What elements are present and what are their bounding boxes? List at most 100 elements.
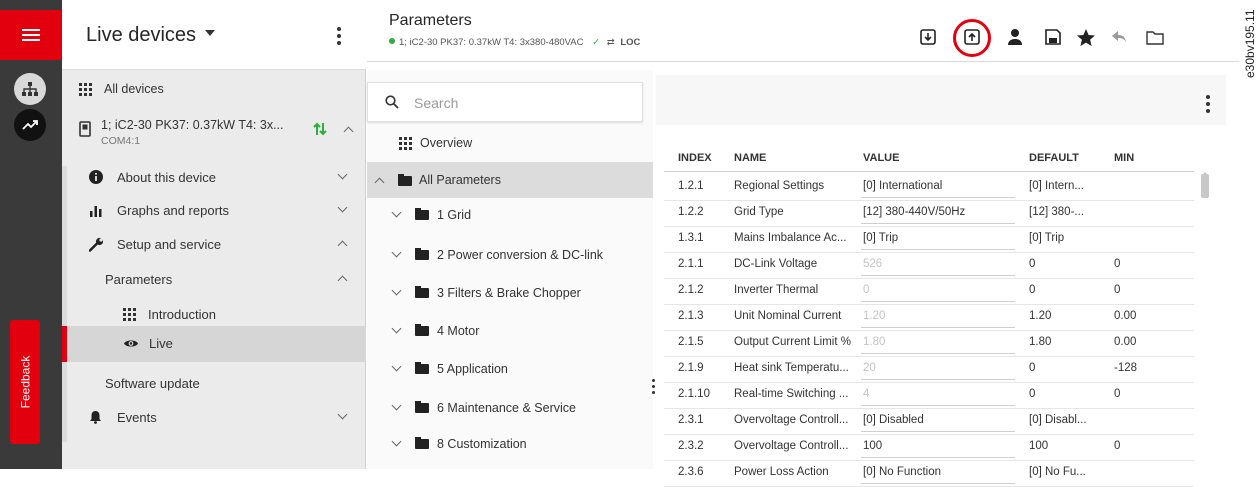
- cell-value[interactable]: [0] Trip: [863, 232, 898, 244]
- cell-index: 2.1.10: [678, 388, 710, 400]
- row-divider: [664, 408, 1194, 409]
- parameters-item[interactable]: Parameters: [62, 267, 366, 291]
- tree-item-power-conversion[interactable]: 2 Power conversion & DC-link: [367, 244, 653, 266]
- cell-index: 1.2.1: [678, 180, 704, 192]
- parameter-table-panel: INDEX NAME VALUE DEFAULT MIN 1.2.1 Region…: [656, 70, 1226, 487]
- cell-name: Mains Imbalance Ac...: [734, 232, 847, 244]
- scrollbar[interactable]: [1198, 170, 1210, 469]
- cell-value[interactable]: [12] 380-440V/50Hz: [863, 206, 965, 218]
- folder-icon[interactable]: [1145, 27, 1165, 47]
- value-underline: [861, 223, 1015, 224]
- all-devices-item[interactable]: All devices: [62, 78, 366, 100]
- column-header-default[interactable]: DEFAULT: [1029, 152, 1079, 164]
- chevron-up-icon[interactable]: [343, 126, 354, 137]
- cell-value: 4: [863, 388, 870, 400]
- tree-item-maintenance[interactable]: 6 Maintenance & Service: [367, 397, 653, 419]
- software-update-item[interactable]: Software update: [62, 372, 366, 394]
- feedback-tab[interactable]: Feedback: [10, 320, 40, 444]
- search-input[interactable]: Search: [367, 82, 643, 122]
- cell-min: 0: [1114, 440, 1121, 452]
- row-divider: [664, 460, 1194, 461]
- tree-item-customization[interactable]: 8 Customization: [367, 433, 653, 455]
- tree-item-application[interactable]: 5 Application: [367, 358, 653, 380]
- caret-down-icon[interactable]: [205, 30, 215, 36]
- row-divider: [664, 356, 1194, 357]
- chevron-down-icon[interactable]: [391, 436, 402, 447]
- cell-default: [0] No Fu...: [1029, 466, 1086, 478]
- figure-id: e30bv195.11: [1242, 0, 1259, 140]
- hamburger-icon[interactable]: [0, 10, 62, 60]
- cell-index: 2.1.2: [678, 284, 704, 296]
- trend-icon[interactable]: [14, 109, 46, 141]
- cell-name: Regional Settings: [734, 180, 825, 192]
- download-icon[interactable]: [918, 27, 938, 47]
- setup-service-item[interactable]: Setup and service: [62, 233, 366, 255]
- cell-default: 1.80: [1029, 336, 1052, 348]
- cell-value[interactable]: [0] International: [863, 180, 942, 192]
- introduction-item[interactable]: Introduction: [62, 302, 366, 326]
- all-devices-label: All devices: [104, 82, 164, 96]
- cell-value[interactable]: 100: [863, 440, 882, 452]
- cell-min: -128: [1114, 362, 1138, 374]
- cell-value: 1.20: [863, 310, 886, 322]
- chevron-down-icon[interactable]: [391, 207, 402, 218]
- live-item[interactable]: Live: [62, 326, 366, 362]
- device-item[interactable]: 1; iC2-30 PK37: 0.37kW T4: 3x... COM4:1: [62, 115, 366, 153]
- row-divider: [664, 382, 1194, 383]
- chevron-down-icon[interactable]: [391, 361, 402, 372]
- graphs-reports-item[interactable]: Graphs and reports: [62, 199, 366, 221]
- chevron-down-icon[interactable]: [391, 400, 402, 411]
- cell-default: [0] Intern...: [1029, 180, 1084, 192]
- network-icon[interactable]: [14, 73, 46, 105]
- tree-item-motor[interactable]: 4 Motor: [367, 320, 653, 342]
- column-header-min[interactable]: MIN: [1114, 152, 1134, 164]
- upload-icon[interactable]: [962, 27, 982, 47]
- value-underline: [861, 483, 1015, 484]
- undo-icon[interactable]: [1109, 27, 1129, 47]
- user-icon[interactable]: [1005, 27, 1025, 47]
- tree-item-grid[interactable]: 1 Grid: [367, 204, 653, 226]
- cell-index: 2.3.6: [678, 466, 704, 478]
- tree-item-filters-brake[interactable]: 3 Filters & Brake Chopper: [367, 282, 653, 304]
- save-icon[interactable]: [1043, 27, 1063, 47]
- column-header-name[interactable]: NAME: [734, 152, 766, 164]
- chevron-down-icon[interactable]: [391, 323, 402, 334]
- bell-icon: [90, 411, 101, 424]
- column-header-index[interactable]: INDEX: [678, 152, 712, 164]
- tree-item-label: 2 Power conversion & DC-link: [437, 248, 604, 262]
- cell-min: 0.00: [1114, 336, 1137, 348]
- cell-index: 2.3.1: [678, 414, 704, 426]
- events-item[interactable]: Events: [62, 406, 366, 428]
- column-header-value[interactable]: VALUE: [863, 152, 899, 164]
- transfer-arrows-icon: [313, 122, 327, 136]
- folder-icon: [398, 174, 412, 186]
- chevron-down-icon[interactable]: [337, 169, 348, 180]
- cell-min: 0: [1114, 258, 1121, 270]
- search-icon: [385, 95, 399, 109]
- chevron-up-icon[interactable]: [337, 240, 348, 251]
- chevron-down-icon[interactable]: [391, 285, 402, 296]
- cell-value[interactable]: [0] No Function: [863, 466, 941, 478]
- cell-default: [12] 380-...: [1029, 206, 1084, 218]
- chevron-down-icon[interactable]: [391, 247, 402, 258]
- star-icon[interactable]: [1076, 27, 1096, 47]
- chevron-up-icon[interactable]: [374, 177, 385, 188]
- chevron-up-icon[interactable]: [337, 275, 348, 286]
- status-dot: [389, 38, 395, 44]
- panel-splitter[interactable]: [651, 377, 655, 395]
- tree-item-label: 8 Customization: [437, 437, 527, 451]
- nav-title[interactable]: Live devices: [86, 24, 196, 47]
- value-underline: [861, 249, 1015, 250]
- cell-value[interactable]: [0] Disabled: [863, 414, 924, 426]
- more-icon[interactable]: [332, 25, 346, 47]
- tree-item-overview[interactable]: Overview: [367, 132, 653, 154]
- tree-item-all-parameters[interactable]: All Parameters: [367, 162, 653, 198]
- cell-default: 0: [1029, 388, 1036, 400]
- more-icon[interactable]: [1203, 93, 1213, 115]
- folder-icon: [415, 401, 429, 413]
- chevron-down-icon[interactable]: [337, 409, 348, 420]
- chevron-down-icon[interactable]: [337, 202, 348, 213]
- scroll-thumb[interactable]: [1201, 174, 1209, 198]
- about-device-item[interactable]: About this device: [62, 166, 366, 188]
- cell-index: 2.1.3: [678, 310, 704, 322]
